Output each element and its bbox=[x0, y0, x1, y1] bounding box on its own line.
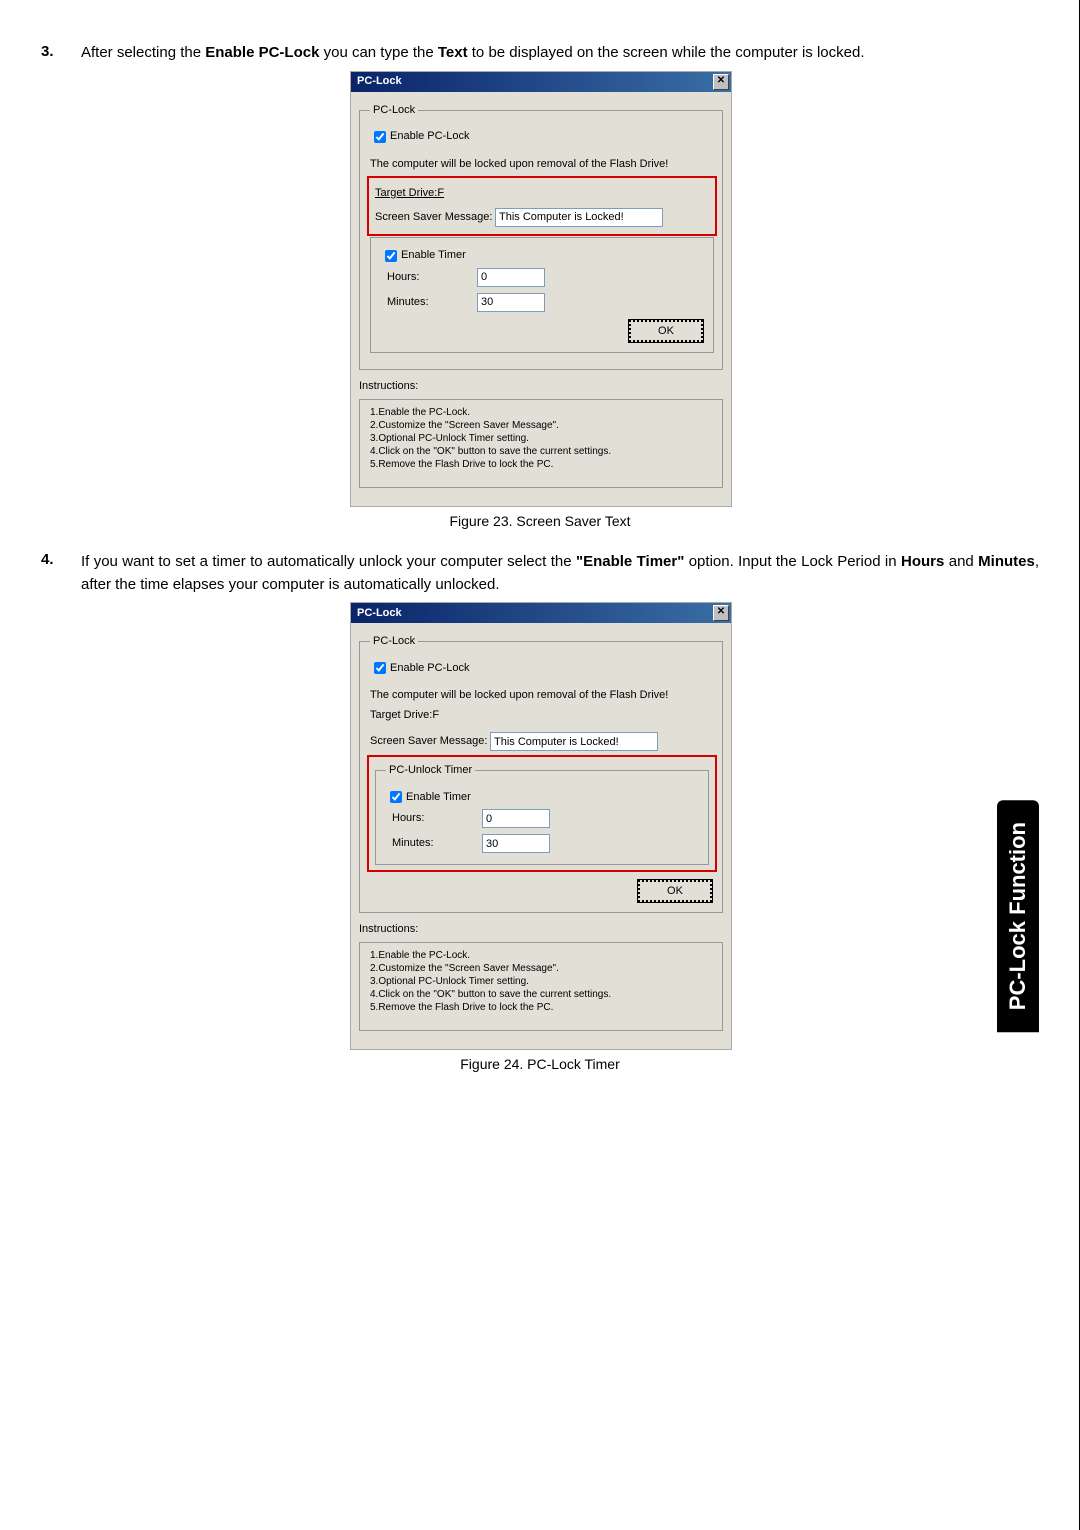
timer-group-1: Enable Timer Hours: Minutes: bbox=[370, 237, 714, 353]
instr-item: 4.Click on the "OK" button to save the c… bbox=[370, 988, 714, 1001]
enable-pclock-label-2: Enable PC-Lock bbox=[390, 660, 470, 677]
enable-timer-row-1: Enable Timer bbox=[381, 247, 705, 265]
step-4-b3: Minutes bbox=[978, 553, 1035, 570]
enable-pclock-label: Enable PC-Lock bbox=[390, 128, 470, 145]
instr-item: 1.Enable the PC-Lock. bbox=[370, 406, 714, 419]
hours-row-2: Hours: bbox=[386, 809, 700, 828]
minutes-row-2: Minutes: bbox=[386, 834, 700, 853]
instr-item: 3.Optional PC-Unlock Timer setting. bbox=[370, 432, 714, 445]
screen-saver-input[interactable] bbox=[495, 208, 663, 227]
enable-timer-label-1: Enable Timer bbox=[401, 247, 466, 264]
ok-button-2[interactable]: OK bbox=[638, 880, 712, 902]
figure-23: PC-Lock ✕ PC-Lock Enable PC-Lock The com… bbox=[350, 71, 730, 507]
screen-saver-label-2: Screen Saver Message: bbox=[370, 733, 490, 750]
locked-msg-2: The computer will be locked upon removal… bbox=[370, 687, 668, 704]
pclock-group-label: PC-Lock bbox=[370, 102, 418, 119]
screen-saver-label: Screen Saver Message: bbox=[375, 209, 495, 226]
hours-input-2[interactable] bbox=[482, 809, 550, 828]
timer-group-label-2: PC-Unlock Timer bbox=[386, 762, 475, 779]
instructions-box-1: 1.Enable the PC-Lock. 2.Customize the "S… bbox=[359, 399, 723, 488]
hours-row-1: Hours: bbox=[381, 268, 705, 287]
instr-item: 2.Customize the "Screen Saver Message". bbox=[370, 419, 714, 432]
hours-label-1: Hours: bbox=[381, 269, 477, 286]
close-icon[interactable]: ✕ bbox=[713, 74, 729, 90]
dialog-title: PC-Lock bbox=[357, 73, 402, 90]
pclock-dialog-1: PC-Lock ✕ PC-Lock Enable PC-Lock The com… bbox=[350, 71, 732, 507]
locked-msg-row-2: The computer will be locked upon removal… bbox=[370, 687, 714, 704]
enable-pclock-checkbox[interactable] bbox=[374, 131, 386, 143]
enable-timer-checkbox-2[interactable] bbox=[390, 791, 402, 803]
instr-item: 4.Click on the "OK" button to save the c… bbox=[370, 445, 714, 458]
step-4-t2: option. Input the Lock Period in bbox=[684, 553, 901, 570]
enable-timer-row-2: Enable Timer bbox=[386, 788, 700, 806]
instructions-label-2: Instructions: bbox=[359, 921, 723, 938]
step-4-t3: and bbox=[944, 553, 978, 570]
timer-group-2: PC-Unlock Timer Enable Timer Hours: bbox=[375, 762, 709, 865]
step-3-b1: Enable PC-Lock bbox=[205, 44, 319, 61]
enable-pclock-checkbox-2[interactable] bbox=[374, 662, 386, 674]
minutes-input-2[interactable] bbox=[482, 834, 550, 853]
target-drive-2: Target Drive:F bbox=[370, 707, 439, 724]
step-4-t1: If you want to set a timer to automatica… bbox=[81, 553, 576, 570]
step-4-number: 4. bbox=[41, 548, 69, 571]
side-tab: PC-Lock Function bbox=[997, 800, 1039, 1032]
step-3-text: After selecting the Enable PC-Lock you c… bbox=[81, 41, 1039, 64]
fig23-highlight: Target Drive:F Screen Saver Message: bbox=[367, 176, 717, 236]
ok-row-1: OK bbox=[381, 320, 703, 342]
screen-saver-input-2[interactable] bbox=[490, 732, 658, 751]
dialog-titlebar-2[interactable]: PC-Lock ✕ bbox=[351, 603, 731, 623]
step-3-number: 3. bbox=[41, 40, 69, 63]
minutes-row-1: Minutes: bbox=[381, 293, 705, 312]
fig24-highlight: PC-Unlock Timer Enable Timer Hours: bbox=[367, 755, 717, 872]
ok-button-1[interactable]: OK bbox=[629, 320, 703, 342]
pclock-group-label-2: PC-Lock bbox=[370, 633, 418, 650]
step-3-t1: After selecting the bbox=[81, 44, 205, 61]
enable-pclock-row: Enable PC-Lock bbox=[370, 128, 714, 146]
enable-timer-label-2: Enable Timer bbox=[406, 789, 471, 806]
screen-saver-row-2: Screen Saver Message: bbox=[370, 732, 714, 751]
target-drive-row-2: Target Drive:F bbox=[370, 707, 714, 724]
hours-label-2: Hours: bbox=[386, 810, 482, 827]
instr-item: 3.Optional PC-Unlock Timer setting. bbox=[370, 975, 714, 988]
minutes-input-1[interactable] bbox=[477, 293, 545, 312]
instr-item: 1.Enable the PC-Lock. bbox=[370, 949, 714, 962]
hours-input-1[interactable] bbox=[477, 268, 545, 287]
step-4: 4. If you want to set a timer to automat… bbox=[41, 548, 1039, 1076]
minutes-label-2: Minutes: bbox=[386, 835, 482, 852]
instructions-box-2: 1.Enable the PC-Lock. 2.Customize the "S… bbox=[359, 942, 723, 1031]
step-4-b1: "Enable Timer" bbox=[576, 553, 684, 570]
instr-item: 5.Remove the Flash Drive to lock the PC. bbox=[370, 1001, 714, 1014]
pclock-group-2: PC-Lock Enable PC-Lock The computer will… bbox=[359, 633, 723, 913]
dialog-title-2: PC-Lock bbox=[357, 605, 402, 622]
instructions-list-1: 1.Enable the PC-Lock. 2.Customize the "S… bbox=[368, 406, 714, 471]
step-3-t2: you can type the bbox=[319, 44, 437, 61]
step-3: 3. After selecting the Enable PC-Lock yo… bbox=[41, 40, 1039, 532]
figure-24: PC-Lock ✕ PC-Lock Enable PC-Lock The com… bbox=[350, 602, 730, 1050]
locked-msg: The computer will be locked upon removal… bbox=[370, 156, 668, 173]
close-icon-2[interactable]: ✕ bbox=[713, 605, 729, 621]
figure-23-caption: Figure 23. Screen Saver Text bbox=[41, 511, 1039, 533]
dialog-titlebar[interactable]: PC-Lock ✕ bbox=[351, 72, 731, 92]
step-4-text: If you want to set a timer to automatica… bbox=[81, 550, 1039, 597]
minutes-label-1: Minutes: bbox=[381, 294, 477, 311]
ok-row-2: OK bbox=[370, 880, 712, 902]
target-drive: Target Drive:F bbox=[375, 185, 444, 202]
screen-saver-row: Screen Saver Message: bbox=[375, 208, 709, 227]
locked-msg-row: The computer will be locked upon removal… bbox=[370, 156, 714, 173]
step-3-b2: Text bbox=[438, 44, 468, 61]
pclock-group: PC-Lock Enable PC-Lock The computer will… bbox=[359, 102, 723, 370]
pclock-dialog-2: PC-Lock ✕ PC-Lock Enable PC-Lock The com… bbox=[350, 602, 732, 1050]
target-drive-row: Target Drive:F bbox=[375, 185, 709, 202]
instructions-list-2: 1.Enable the PC-Lock. 2.Customize the "S… bbox=[368, 949, 714, 1014]
step-3-t3: to be displayed on the screen while the … bbox=[468, 44, 865, 61]
enable-timer-checkbox-1[interactable] bbox=[385, 250, 397, 262]
instr-item: 5.Remove the Flash Drive to lock the PC. bbox=[370, 458, 714, 471]
instructions-label-1: Instructions: bbox=[359, 378, 723, 395]
enable-pclock-row-2: Enable PC-Lock bbox=[370, 659, 714, 677]
figure-24-caption: Figure 24. PC-Lock Timer bbox=[41, 1054, 1039, 1076]
step-4-b2: Hours bbox=[901, 553, 944, 570]
instr-item: 2.Customize the "Screen Saver Message". bbox=[370, 962, 714, 975]
